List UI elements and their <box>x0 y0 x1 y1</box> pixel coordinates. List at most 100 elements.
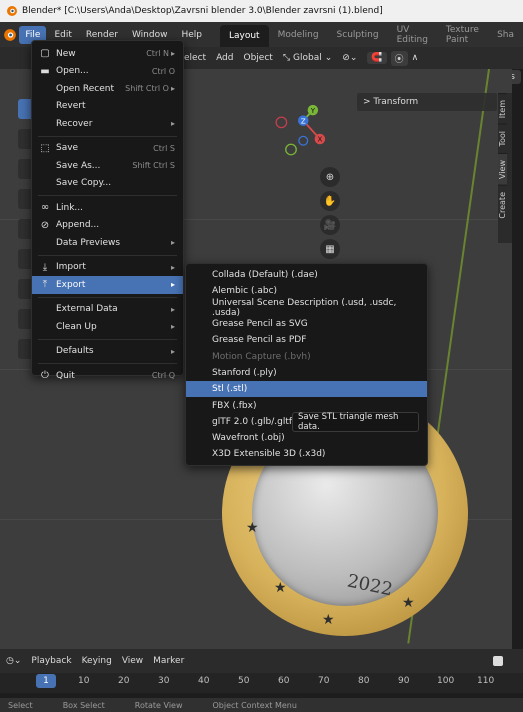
export-item[interactable]: X3D Extensible 3D (.x3d) <box>186 446 427 462</box>
coin-year: 2022 <box>345 570 395 601</box>
timeline-tick: 100 <box>437 676 455 686</box>
status-context-menu: Object Context Menu <box>212 700 297 710</box>
transform-orientation-dropdown[interactable]: ⤡ Global ⌄ <box>283 53 332 63</box>
add-menu[interactable]: Add <box>216 53 233 63</box>
keying-menu[interactable]: Keying <box>82 656 112 666</box>
file-menu-item-save[interactable]: ⬚ Save Ctrl S <box>32 140 183 158</box>
export-item[interactable]: Stanford (.ply) <box>186 365 427 381</box>
tab-shading[interactable]: Sha <box>488 25 523 45</box>
sidebar-tab-view[interactable]: View <box>498 152 507 185</box>
file-menu-item-revert[interactable]: Revert <box>32 98 183 116</box>
export-icon: ⤒ <box>42 279 48 291</box>
timeline-tick: 110 <box>477 676 495 686</box>
menu-item-label: Open Recent <box>56 83 115 94</box>
object-menu[interactable]: Object <box>244 53 273 63</box>
file-menu-item-open-recent[interactable]: Open Recent Shift Ctrl O ▸ <box>32 80 183 98</box>
tab-layout[interactable]: Layout <box>219 25 269 47</box>
sidebar-tab-tool[interactable]: Tool <box>498 124 507 153</box>
file-menu-item-data-previews[interactable]: Data Previews ▸ <box>32 234 183 252</box>
menu-item-label: Save <box>56 143 79 154</box>
marker-menu[interactable]: Marker <box>153 656 184 666</box>
file-menu-item-external-data[interactable]: External Data ▸ <box>32 301 183 319</box>
menu-item-label: Import <box>56 262 86 273</box>
timeline-ruler[interactable]: 10 20 30 40 50 60 70 80 90 100 110 <box>0 673 523 693</box>
file-menu-item-recover[interactable]: Recover ▸ <box>32 115 183 133</box>
folder-icon: ▬ <box>40 65 50 77</box>
grid-ortho-icon[interactable]: ▦ <box>320 239 340 259</box>
gizmo-x-label: X <box>317 136 322 144</box>
pan-hand-icon[interactable]: ✋ <box>320 191 340 211</box>
menu-item-label: Defaults <box>56 346 94 357</box>
export-item[interactable]: Wavefront (.obj) <box>186 430 427 446</box>
status-select: Select <box>8 700 33 710</box>
sidebar-tab-create[interactable]: Create <box>498 184 507 225</box>
file-menu-item-defaults[interactable]: Defaults ▸ <box>32 343 183 361</box>
sidebar-tab-item[interactable]: Item <box>498 93 507 125</box>
tab-uv-editing[interactable]: UV Editing <box>388 25 437 45</box>
save-icon: ⬚ <box>40 142 50 154</box>
export-submenu: Collada (Default) (.dae) Alembic (.abc) Un… <box>185 263 428 466</box>
file-menu-item-append[interactable]: ⊘ Append... <box>32 217 183 235</box>
tab-texture-paint[interactable]: Texture Paint <box>437 25 488 45</box>
timeline-tick: 20 <box>118 676 130 686</box>
export-item[interactable]: Stl (.stl) <box>186 381 427 398</box>
file-menu-item-open[interactable]: ▬ Open... Ctrl O <box>32 63 183 81</box>
file-menu-item-export[interactable]: ⤒ Export ▸ <box>32 276 183 294</box>
file-menu-item-quit[interactable]: ⏻ Quit Ctrl Q <box>32 367 183 385</box>
pivot-icon[interactable]: ⊘⌄ <box>342 53 357 63</box>
menu-item-label: External Data <box>56 304 118 315</box>
star-icon: ★ <box>402 595 415 611</box>
menu-item-shortcut: Ctrl N <box>146 49 169 59</box>
playback-menu[interactable]: Playback <box>31 656 71 666</box>
camera-view-icon[interactable]: 🎥 <box>320 215 340 235</box>
transform-panel-header[interactable]: > Transform <box>357 93 497 111</box>
window-title: Blender* [C:\Users\Anda\Desktop\Zavrsni … <box>22 6 383 16</box>
menu-item-label: Save Copy... <box>56 178 112 189</box>
record-icon[interactable] <box>493 656 503 666</box>
current-frame-indicator[interactable]: 1 <box>36 674 56 688</box>
tab-modeling[interactable]: Modeling <box>269 25 328 45</box>
file-menu-dropdown: ▢ New Ctrl N ▸ ▬ Open... Ctrl O Open Recent Shif… <box>31 40 184 381</box>
timeline-tick: 40 <box>198 676 210 686</box>
chevron-right-icon: ▸ <box>170 262 175 272</box>
new-file-icon: ▢ <box>40 48 50 60</box>
file-menu-item-save-copy[interactable]: Save Copy... <box>32 175 183 193</box>
proportional-edit-toggle[interactable]: ⦿ <box>390 50 408 66</box>
status-box-select: Box Select <box>62 700 105 710</box>
timeline-editor-icon[interactable]: ◷⌄ <box>6 656 21 666</box>
append-icon: ⊘ <box>40 219 50 231</box>
export-item[interactable]: Collada (Default) (.dae) <box>186 267 427 283</box>
export-item[interactable]: Grease Pencil as SVG <box>186 316 427 332</box>
file-menu-item-new[interactable]: ▢ New Ctrl N ▸ <box>32 45 183 63</box>
menu-separator <box>38 135 177 137</box>
menu-separator <box>38 195 177 196</box>
blender-menu-icon[interactable] <box>0 22 19 47</box>
select-menu[interactable]: elect <box>184 53 206 63</box>
navigation-gizmo[interactable]: Y Z X <box>270 97 340 167</box>
chevron-down-icon: ⌄ <box>324 53 333 63</box>
export-item[interactable]: Universal Scene Description (.usd, .usdc… <box>186 298 427 318</box>
chevron-right-icon: ▸ <box>170 346 175 356</box>
menu-item-shortcut: Shift Ctrl O <box>125 84 169 94</box>
snap-toggle[interactable]: 🧲 <box>367 52 387 64</box>
menu-separator <box>38 338 177 340</box>
timeline-tick: 80 <box>358 676 370 686</box>
star-icon: ★ <box>322 612 335 628</box>
orientation-icon: ⤡ <box>282 53 291 63</box>
file-menu-item-import[interactable]: ⤓ Import ▸ <box>32 259 183 277</box>
menu-item-shortcut: Shift Ctrl S <box>132 161 175 171</box>
link-icon: ∞ <box>40 202 50 214</box>
file-menu-item-link[interactable]: ∞ Link... <box>32 199 183 217</box>
falloff-icon[interactable]: ∧ <box>412 53 419 63</box>
zoom-icon[interactable]: ⊕ <box>320 167 340 187</box>
star-icon: ★ <box>274 580 287 596</box>
timeline-tick: 70 <box>318 676 330 686</box>
file-menu-item-clean-up[interactable]: Clean Up ▸ <box>32 318 183 336</box>
chevron-right-icon: ▸ <box>170 119 175 129</box>
menu-item-label: Data Previews <box>56 237 121 248</box>
export-item[interactable]: Grease Pencil as PDF <box>186 332 427 348</box>
file-menu-item-save-as[interactable]: Save As... Shift Ctrl S <box>32 157 183 175</box>
view-menu[interactable]: View <box>122 656 143 666</box>
tab-sculpting[interactable]: Sculpting <box>328 25 388 45</box>
timeline-tick: 60 <box>278 676 290 686</box>
